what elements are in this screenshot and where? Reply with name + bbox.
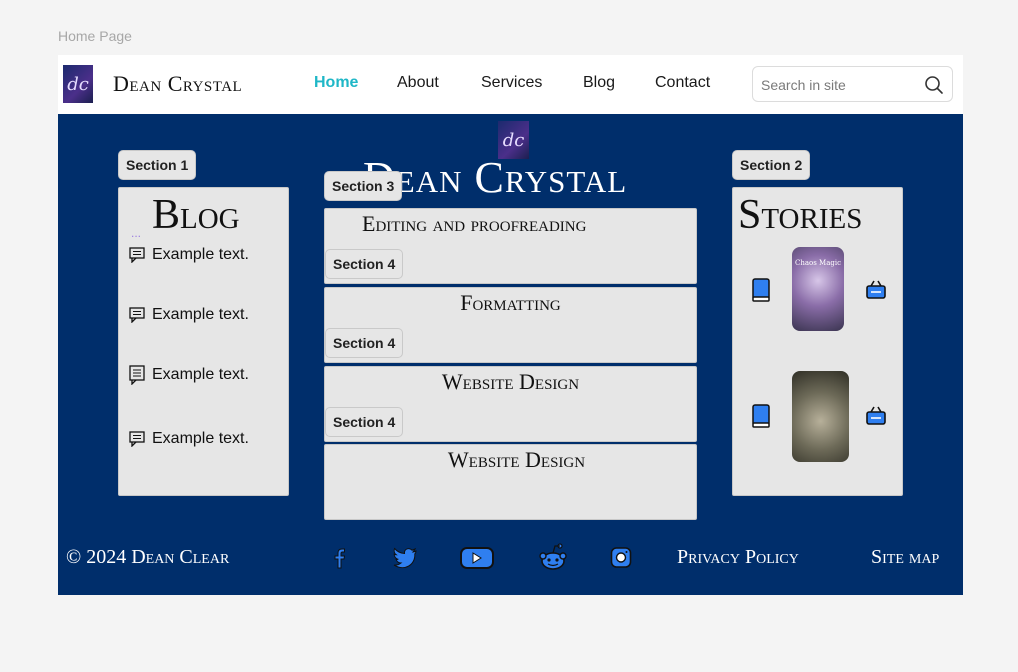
section-3-tag[interactable]: Section 3 — [324, 171, 403, 201]
blog-item[interactable]: Example text. — [129, 365, 249, 385]
copyright: © 2024 Dean Clear — [66, 546, 230, 568]
comment-icon — [129, 307, 145, 323]
logo[interactable]: dc — [63, 65, 93, 103]
main-content: dc Dean Crystal Section 1 Section 2 Blog… — [58, 114, 963, 595]
blog-item-text: Example text. — [152, 246, 249, 263]
service-card[interactable]: Website Design — [324, 444, 697, 520]
youtube-icon[interactable] — [459, 545, 495, 571]
service-title: Formatting — [460, 290, 561, 315]
section-2-tag[interactable]: Section 2 — [732, 150, 811, 180]
search-input[interactable] — [761, 75, 921, 95]
stories-title: Stories — [738, 192, 863, 238]
basket-icon[interactable] — [865, 404, 887, 426]
blog-item-text: Example text. — [152, 366, 249, 383]
more-dots[interactable]: ... — [131, 226, 141, 240]
twitter-icon[interactable] — [391, 545, 419, 571]
section-1-tag[interactable]: Section 1 — [118, 150, 197, 180]
stories-panel: Stories Chaos Magic — [732, 187, 903, 496]
comment-icon — [129, 247, 145, 263]
section-4-tag[interactable]: Section 4 — [325, 249, 404, 279]
site-header: dc Dean Crystal Home About Services Blog… — [58, 55, 963, 114]
hero-title: Dean Crystal — [363, 153, 628, 202]
basket-icon[interactable] — [865, 278, 887, 300]
section-4-tag[interactable]: Section 4 — [325, 328, 404, 358]
nav-about[interactable]: About — [397, 74, 439, 92]
book-cover[interactable] — [792, 371, 849, 462]
reddit-icon[interactable] — [537, 542, 569, 574]
nav-contact[interactable]: Contact — [655, 74, 710, 92]
service-card[interactable]: Editing and proofreading Section 4 — [324, 208, 697, 284]
service-card[interactable]: Formatting Section 4 — [324, 287, 697, 363]
site-map-link[interactable]: Site map — [871, 546, 939, 569]
service-title: Website Design — [441, 369, 580, 394]
privacy-policy-link[interactable]: Privacy Policy — [677, 546, 799, 569]
book-icon[interactable] — [751, 404, 771, 428]
blog-panel: Blog ... Example text. Example text. Exa… — [118, 187, 289, 496]
page-label: Home Page — [58, 28, 132, 44]
nav-services[interactable]: Services — [481, 74, 542, 92]
nav-home[interactable]: Home — [314, 74, 358, 92]
blog-item[interactable]: Example text. — [129, 306, 249, 324]
blog-item[interactable]: Example text. — [129, 246, 249, 264]
nav-blog[interactable]: Blog — [583, 74, 615, 92]
blog-title: Blog — [152, 192, 240, 238]
book-icon[interactable] — [751, 278, 771, 302]
comment-icon — [129, 431, 145, 447]
blog-item[interactable]: Example text. — [129, 430, 249, 448]
facebook-icon[interactable] — [330, 545, 350, 571]
blog-item-text: Example text. — [152, 430, 249, 447]
blog-item-text: Example text. — [152, 306, 249, 323]
comment-icon — [129, 365, 145, 385]
search-box — [752, 66, 953, 102]
service-title: Editing and proofreading — [362, 211, 587, 236]
search-icon[interactable] — [924, 75, 944, 95]
book-cover[interactable]: Chaos Magic — [792, 247, 844, 331]
brand-name[interactable]: Dean Crystal — [113, 71, 242, 97]
service-title: Website Design — [447, 447, 586, 472]
service-card[interactable]: Website Design Section 4 — [324, 366, 697, 442]
instagram-icon[interactable] — [610, 545, 632, 571]
section-4-tag[interactable]: Section 4 — [325, 407, 404, 437]
